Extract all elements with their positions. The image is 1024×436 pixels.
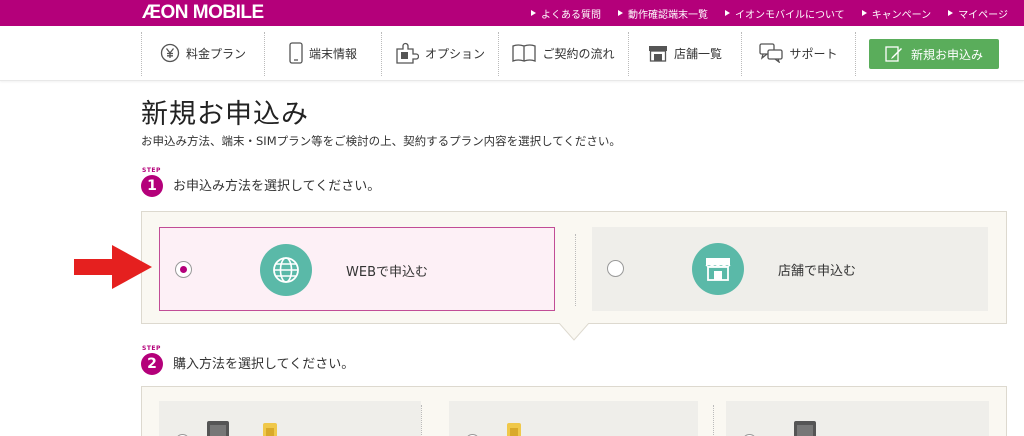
option-web-apply[interactable]: WEBで申込む (159, 227, 555, 311)
yen-icon (160, 43, 180, 63)
red-arrow-icon (74, 245, 152, 289)
triangle-right-icon (530, 10, 536, 16)
step-1-text: お申込み方法を選択してください。 (173, 179, 381, 194)
store-icon (648, 46, 667, 62)
store-icon (692, 243, 744, 295)
phone-icon (207, 421, 229, 436)
globe-icon (260, 244, 312, 296)
panel-divider (713, 405, 714, 436)
page-title: 新規お申込み (141, 99, 309, 130)
panel-divider (421, 405, 422, 436)
option-web-label: WEBで申込む (346, 265, 428, 280)
application-method-panel: WEBで申込む 店舗で申込む (141, 211, 1007, 324)
radio-store[interactable] (607, 260, 624, 277)
option-store-apply[interactable]: 店舗で申込む (592, 227, 988, 311)
phone-icon (794, 421, 816, 436)
nav-item-options[interactable]: オプション (382, 38, 498, 68)
option-store-label: 店舗で申込む (778, 264, 857, 279)
top-link-campaign[interactable]: キャンペーン (861, 6, 931, 21)
radio-selected-dot (180, 266, 187, 273)
top-links: よくある質問 動作確認端末一覧 イオンモバイルについて キャンペーン マイページ (514, 0, 1008, 26)
puzzle-icon (396, 42, 419, 64)
top-link-faq[interactable]: よくある質問 (530, 6, 601, 21)
triangle-right-icon (948, 10, 954, 16)
step-badge: STEP 1 (141, 167, 163, 197)
top-link-about[interactable]: イオンモバイルについて (724, 6, 845, 21)
book-icon (512, 44, 537, 62)
triangle-right-icon (617, 10, 623, 16)
nav-item-stores[interactable]: 店舗一覧 (629, 38, 741, 68)
triangle-right-icon (861, 10, 867, 16)
top-link-devices[interactable]: 動作確認端末一覧 (617, 6, 708, 21)
step-1-heading: STEP 1 お申込み方法を選択してください。 (141, 167, 381, 197)
top-bar: ÆON MOBILE よくある質問 動作確認端末一覧 イオンモバイルについて キ… (0, 0, 1024, 26)
main-nav: 料金プラン 端末情報 オプション ご契約の流れ 店舗一覧 サポート 新規お申込み (0, 26, 1024, 81)
purchase-option-card[interactable] (726, 401, 989, 436)
top-link-mypage[interactable]: マイページ (948, 6, 1008, 21)
purchase-option-card[interactable] (159, 401, 421, 436)
step-badge: STEP 2 (141, 345, 163, 375)
sim-card-icon (263, 423, 277, 436)
new-application-button[interactable]: 新規お申込み (869, 39, 999, 69)
nav-item-plans[interactable]: 料金プラン (142, 38, 264, 68)
nav-item-support[interactable]: サポート (742, 38, 855, 68)
chat-icon (759, 43, 784, 63)
step-2-heading: STEP 2 購入方法を選択してください。 (141, 345, 355, 375)
page-description: お申込み方法、端末・SIMプラン等をご検討の上、契約するプラン内容を選択してくだ… (141, 134, 621, 148)
panel-divider (575, 234, 576, 306)
triangle-right-icon (724, 10, 730, 16)
panel-pointer (559, 323, 589, 341)
aeon-mobile-logo[interactable]: ÆON MOBILE (142, 2, 264, 24)
nav-item-contract-flow[interactable]: ご契約の流れ (499, 38, 628, 68)
step-2-text: 購入方法を選択してください。 (173, 357, 355, 372)
nav-item-devices[interactable]: 端末情報 (265, 38, 381, 68)
nav-divider (855, 32, 856, 76)
purchase-method-panel (141, 386, 1007, 436)
purchase-option-card[interactable] (449, 401, 698, 436)
pencil-form-icon (885, 46, 902, 62)
phone-icon (289, 42, 303, 64)
radio-web[interactable] (175, 261, 192, 278)
sim-card-icon (507, 423, 521, 436)
